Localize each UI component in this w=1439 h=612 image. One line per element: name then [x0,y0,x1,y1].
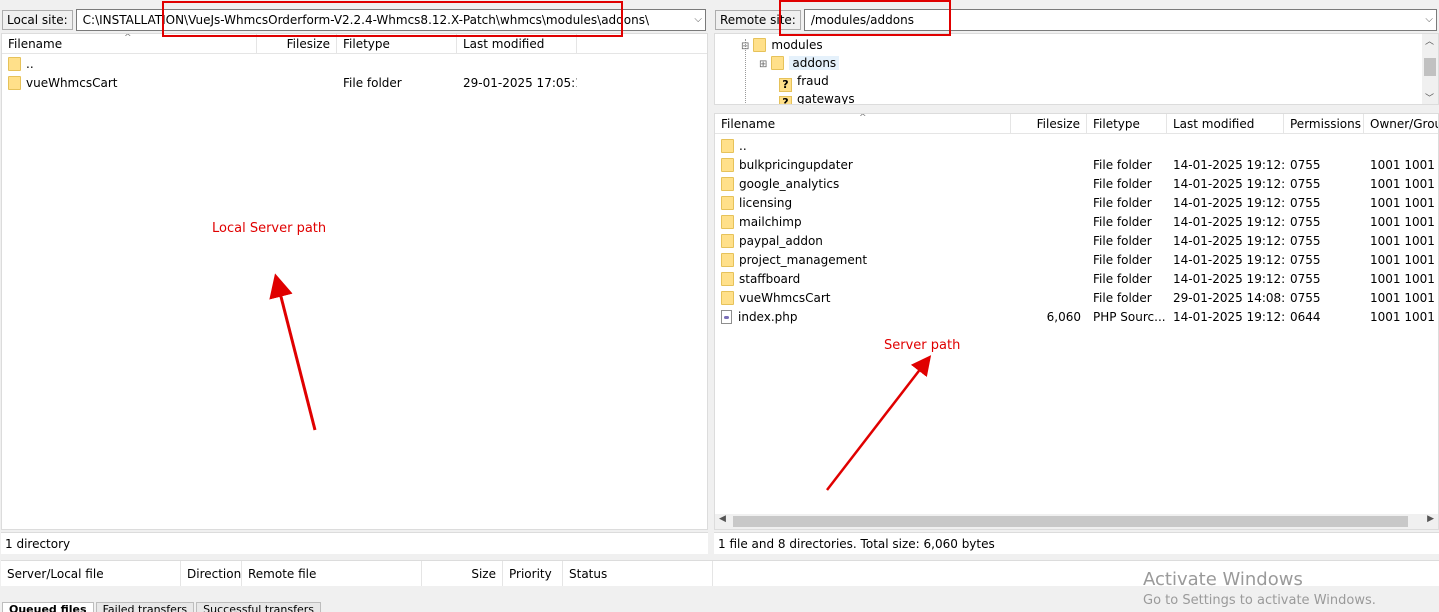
annotation-arrows [269,273,932,491]
arrow-icon [269,273,317,431]
arrow-icon [826,355,932,491]
